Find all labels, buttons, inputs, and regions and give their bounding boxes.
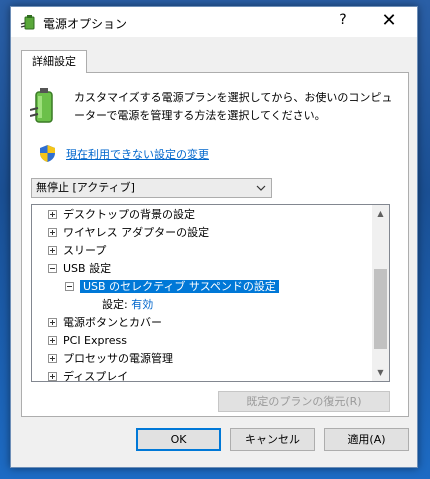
- close-button[interactable]: ✕: [374, 10, 404, 31]
- apply-button[interactable]: 適用(A): [324, 428, 409, 451]
- restore-plan-defaults-button[interactable]: 既定のプランの復元(R): [218, 391, 390, 412]
- plan-description: カスタマイズする電源プランを選択してから、お使いのコンピューターで電源を管理する…: [74, 91, 393, 122]
- expand-icon[interactable]: [48, 227, 57, 237]
- cancel-button[interactable]: キャンセル: [230, 428, 315, 451]
- chevron-down-icon: [256, 185, 266, 191]
- change-unavailable-settings-link[interactable]: 現在利用できない設定の変更: [66, 146, 209, 162]
- expand-icon[interactable]: [48, 317, 57, 327]
- battery-icon: [30, 88, 53, 123]
- tab-advanced-settings[interactable]: 詳細設定: [21, 50, 87, 73]
- power-options-icon: [20, 15, 35, 30]
- scroll-up-icon[interactable]: ▲: [372, 205, 389, 222]
- tree-item-selected[interactable]: USB のセレクティブ サスペンドの設定: [65, 278, 279, 296]
- tree-item[interactable]: PCI Express: [48, 332, 127, 350]
- scroll-down-icon[interactable]: ▼: [372, 364, 389, 381]
- settings-tree[interactable]: デスクトップの背景の設定 ワイヤレス アダプターの設定 スリープ USB 設定 …: [31, 204, 390, 382]
- expand-icon[interactable]: [48, 371, 57, 381]
- tree-item[interactable]: 電源ボタンとカバー: [48, 314, 162, 332]
- tree-scrollbar[interactable]: ▲ ▼: [372, 205, 389, 381]
- scroll-thumb[interactable]: [374, 269, 387, 349]
- power-plan-select[interactable]: 無停止 [アクティブ]: [31, 178, 272, 198]
- collapse-icon[interactable]: [48, 263, 57, 273]
- collapse-icon[interactable]: [65, 281, 74, 291]
- tree-item[interactable]: デスクトップの背景の設定: [48, 206, 195, 224]
- title-bar: 電源オプション ? ✕: [11, 7, 417, 37]
- tree-item[interactable]: ディスプレイ: [48, 368, 128, 381]
- expand-icon[interactable]: [48, 353, 57, 363]
- tree-item[interactable]: USB 設定: [48, 260, 111, 278]
- tree-item[interactable]: ワイヤレス アダプターの設定: [48, 224, 209, 242]
- expand-icon[interactable]: [48, 245, 57, 255]
- tree-item-setting-value[interactable]: 設定: 有効: [102, 296, 153, 314]
- plan-select-value: 無停止 [アクティブ]: [36, 181, 135, 194]
- tree-item[interactable]: スリープ: [48, 242, 106, 260]
- tree-item[interactable]: プロセッサの電源管理: [48, 350, 173, 368]
- expand-icon[interactable]: [48, 209, 57, 219]
- expand-icon[interactable]: [48, 335, 57, 345]
- uac-shield-icon: [40, 145, 55, 162]
- setting-value[interactable]: 有効: [131, 298, 153, 311]
- ok-button[interactable]: OK: [136, 428, 221, 451]
- window-title: 電源オプション: [43, 17, 128, 31]
- help-button[interactable]: ?: [333, 12, 353, 28]
